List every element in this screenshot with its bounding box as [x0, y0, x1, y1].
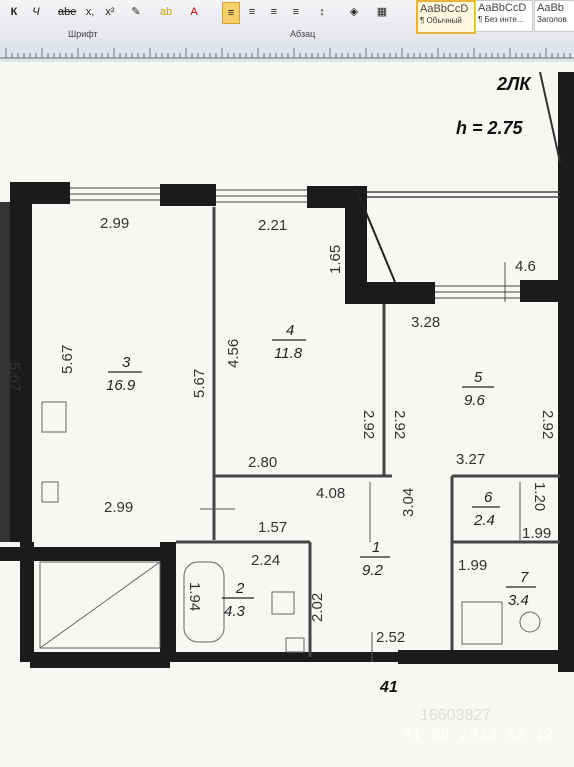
- room-area: 16.9: [106, 377, 136, 394]
- word-ribbon: К Ч abe x, x² ✎ ab A ≡ ≡ ≡ ≡ ↕ ◈ ▦ Шрифт…: [0, 0, 574, 45]
- dim-label: 5.67: [59, 345, 76, 374]
- room-number: 6: [484, 489, 493, 506]
- document-page[interactable]: 2ЛК h = 2.75 2.99 2.21 1.65 5.67 5.67 4.…: [0, 62, 574, 767]
- align-left-icon[interactable]: ≡: [222, 2, 240, 24]
- ruler[interactable]: [0, 44, 574, 63]
- room-area: 4.3: [224, 603, 246, 620]
- dim-label: 1.57: [258, 519, 287, 536]
- room-number: 5: [474, 369, 483, 386]
- dim-label: 4.08: [316, 485, 345, 502]
- room-number: 7: [520, 569, 529, 586]
- room-area: 3.4: [508, 592, 529, 609]
- dim-label: 5.67: [191, 369, 208, 398]
- text-effects-icon[interactable]: ✎: [128, 2, 144, 22]
- line-spacing-icon[interactable]: ↕: [314, 2, 330, 22]
- font-color-button[interactable]: A: [186, 2, 202, 22]
- ceiling-height-label: h = 2.75: [456, 118, 524, 138]
- room-5: 5 9.6: [462, 369, 494, 409]
- room-area: 11.8: [274, 345, 303, 362]
- dim-label: 3.28: [411, 314, 440, 331]
- style-name: Заголов: [537, 15, 567, 24]
- dim-label: 1.94: [186, 582, 203, 611]
- italic-button[interactable]: Ч: [28, 2, 44, 22]
- subscript-button[interactable]: x,: [82, 2, 98, 22]
- dim-label: 2.92: [391, 410, 408, 439]
- dim-label: 1.20: [531, 482, 548, 511]
- room-area: 9.2: [362, 562, 384, 579]
- floor-plan: 2ЛК h = 2.75 2.99 2.21 1.65 5.67 5.67 4.…: [0, 71, 574, 696]
- highlight-icon[interactable]: ab: [158, 2, 174, 22]
- dim-label: 3.27: [456, 451, 485, 468]
- style-preview: AaBbCcD: [420, 3, 469, 15]
- room-area: 2.4: [473, 512, 495, 529]
- room-number: 4: [286, 322, 294, 339]
- style-heading[interactable]: AaBb Заголов: [534, 0, 574, 32]
- style-name: ¶ Обычный: [420, 16, 462, 25]
- room-number: 2: [235, 580, 245, 597]
- watermark: 16603827: [420, 707, 492, 724]
- dim-label: 4.56: [225, 339, 242, 368]
- dim-label: 2.92: [539, 410, 556, 439]
- room-4: 4 11.8: [272, 322, 306, 362]
- floor-mark: 41: [379, 679, 398, 696]
- style-no-spacing[interactable]: AaBbCcD ¶ Без инте...: [475, 0, 533, 32]
- dim-label: 5.67: [6, 362, 23, 391]
- room-2: 2 4.3: [222, 580, 254, 620]
- style-name: ¶ Без инте...: [478, 15, 524, 24]
- dim-label: 1.99: [522, 525, 551, 542]
- style-normal[interactable]: AaBbCcD ¶ Обычный: [416, 0, 476, 34]
- shading-icon[interactable]: ◈: [346, 2, 362, 22]
- dim-label: 2.99: [100, 215, 129, 232]
- dim-label: 3.04: [400, 488, 417, 517]
- room-area: 9.6: [464, 392, 486, 409]
- apartment-type-label: 2ЛК: [496, 74, 532, 94]
- dim-label: 2.52: [376, 629, 405, 646]
- dim-label: 2.99: [104, 499, 133, 516]
- paragraph-group-label: Абзац: [290, 29, 316, 39]
- borders-icon[interactable]: ▦: [374, 2, 390, 22]
- dim-label: 2.02: [309, 593, 326, 622]
- room-number: 3: [122, 354, 131, 371]
- dim-label: 2.92: [360, 410, 377, 439]
- align-center-icon[interactable]: ≡: [244, 2, 260, 22]
- room-6: 6 2.4: [472, 489, 500, 529]
- strikethrough-button[interactable]: abe: [58, 2, 76, 22]
- dim-label: 2.21: [258, 217, 287, 234]
- dim-label: 1.65: [327, 245, 344, 274]
- superscript-button[interactable]: x²: [102, 2, 118, 22]
- room-1: 1 9.2: [360, 539, 390, 579]
- room-7: 7 3.4: [506, 569, 536, 609]
- balcony-area: 4.6: [515, 258, 536, 275]
- style-preview: AaBbCcD: [478, 2, 527, 14]
- photo-timestamp: 01.09.2023 08:12: [403, 727, 554, 743]
- room-number: 1: [372, 539, 380, 556]
- align-right-icon[interactable]: ≡: [266, 2, 282, 22]
- justify-icon[interactable]: ≡: [288, 2, 304, 22]
- dim-label: 2.80: [248, 454, 277, 471]
- style-preview: AaBb: [537, 2, 564, 14]
- dim-label: 2.24: [251, 552, 280, 569]
- dim-label: 1.99: [458, 557, 487, 574]
- room-3: 3 16.9: [106, 354, 142, 394]
- bold-button[interactable]: К: [6, 2, 22, 22]
- font-group-label: Шрифт: [68, 29, 98, 39]
